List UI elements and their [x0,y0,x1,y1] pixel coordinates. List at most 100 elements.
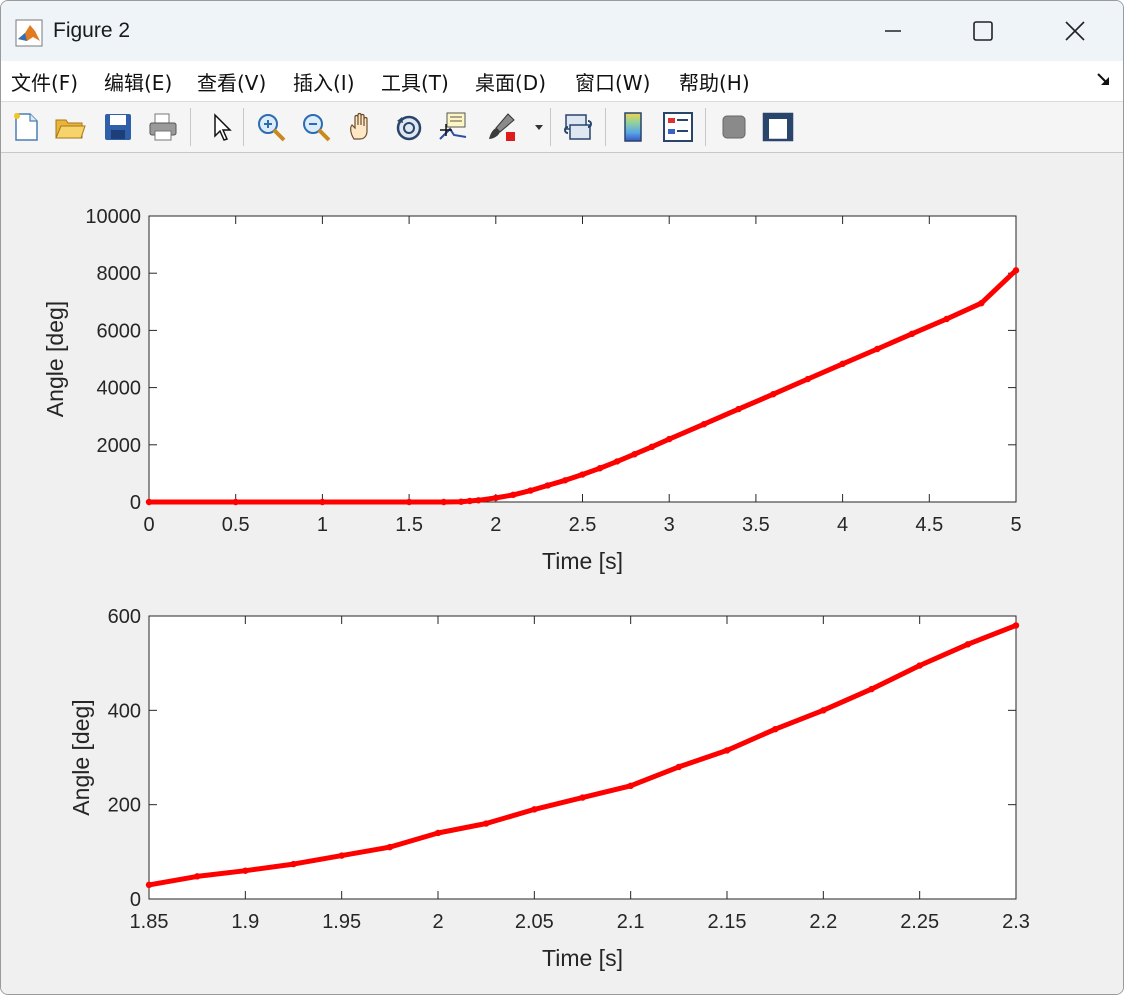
x-tick-label: 4.5 [915,514,943,536]
maximize-icon [973,21,993,41]
data-cursor-button[interactable] [437,109,471,145]
data-point [579,794,586,801]
x-tick-label: 1.85 [130,911,169,933]
colorbar-button[interactable] [616,109,650,145]
x-tick-label: 2 [490,514,501,536]
data-point [648,443,656,451]
zoom-out-button[interactable] [299,109,333,145]
close-button[interactable] [1029,1,1121,61]
data-point [943,315,950,323]
toolbar-separator [550,108,551,146]
print-icon [149,113,177,141]
menu-edit[interactable]: 编辑(E) [104,67,172,96]
x-tick-label: 2.15 [708,911,747,933]
brush-button[interactable] [485,109,519,145]
menu-file[interactable]: 文件(F) [11,67,78,96]
hide-plot-tools-button[interactable] [717,109,751,145]
data-point [770,390,777,398]
data-point [631,451,638,458]
save-icon [105,114,131,140]
edit-plot-button[interactable] [204,109,238,145]
toolbar-separator [243,108,244,146]
colorbar-icon [624,112,642,142]
menu-view[interactable]: 查看(V) [197,67,266,96]
data-point [527,487,534,494]
menu-desktop[interactable]: 桌面(D) [475,67,546,96]
figure-canvas: 0 0.5 1 1.5 2 2.5 3 3.5 4 4.5 5 0 2000 4000 6000 8000 10… [1,153,1123,994]
data-point [771,726,779,733]
y-tick-label: 10000 [85,206,141,228]
data-point [434,829,442,837]
menu-window[interactable]: 窗口(W) [575,67,650,96]
data-point [627,782,634,789]
axes-1-box [148,215,1017,503]
toolbar-separator [605,108,606,146]
y-tick-label: 200 [108,795,141,817]
hide-plot-tools-icon [722,115,746,139]
pan-hand-icon [350,112,368,140]
y-tick-label: 0 [130,492,141,514]
pan-button[interactable] [345,109,379,145]
print-button[interactable] [146,109,180,145]
x-tick-label: 3 [664,514,675,536]
data-cursor-icon [439,112,467,140]
open-file-button[interactable] [53,109,87,145]
y-axis-label: Angle [deg] [42,301,68,417]
data-point [596,465,604,472]
new-figure-button[interactable] [9,109,43,145]
x-tick-label: 2.05 [515,911,554,933]
show-plot-tools-button[interactable] [761,109,795,145]
data-point [193,873,201,880]
data-point [1012,622,1020,629]
window-title: Figure 2 [53,19,131,42]
data-point [978,300,985,307]
dock-figure-icon[interactable] [1095,71,1113,89]
data-point [868,685,875,693]
data-point [675,763,683,771]
x-tick-label: 4 [837,514,848,536]
zoom-in-button[interactable] [254,109,288,145]
save-button[interactable] [101,109,135,145]
y-tick-label: 6000 [97,320,142,342]
x-tick-label: 3.5 [742,514,770,536]
data-point [544,482,552,489]
open-file-icon [55,119,86,139]
data-point [916,662,923,669]
maximize-button[interactable] [937,1,1029,61]
data-point [1012,267,1020,274]
legend-button[interactable] [661,109,695,145]
data-point [482,820,490,827]
data-point [839,360,846,368]
link-plot-button[interactable] [561,109,595,145]
menu-tools[interactable]: 工具(T) [381,67,449,96]
data-point [579,471,586,478]
data-point [804,375,812,383]
rotate-3d-icon [396,115,422,141]
data-point [457,498,465,505]
data-point [700,421,708,428]
y-tick-label: 0 [130,889,141,911]
x-tick-label: 1.9 [231,911,259,933]
y-tick-label: 2000 [97,435,142,457]
data-point [319,498,326,506]
y-axis-label: Angle [deg] [68,699,94,815]
data-point [613,458,621,465]
data-point [405,498,413,506]
menu-help[interactable]: 帮助(H) [679,67,750,96]
x-tick-label: 1.95 [322,911,361,933]
data-point [509,491,517,499]
toolbar-separator [190,108,191,146]
new-figure-icon [14,113,38,141]
link-plot-icon [564,114,592,140]
x-tick-label: 2 [432,911,443,933]
data-point [964,641,972,648]
pointer-icon [214,113,232,141]
x-tick-label: 2.3 [1002,911,1030,933]
minimize-button[interactable] [847,1,939,61]
rotate-3d-button[interactable] [392,109,426,145]
figure-toolbar [1,102,1123,153]
brush-dropdown-icon[interactable] [533,121,545,133]
menu-insert[interactable]: 插入(I) [293,67,355,96]
data-point [290,860,297,868]
data-point [735,405,742,413]
